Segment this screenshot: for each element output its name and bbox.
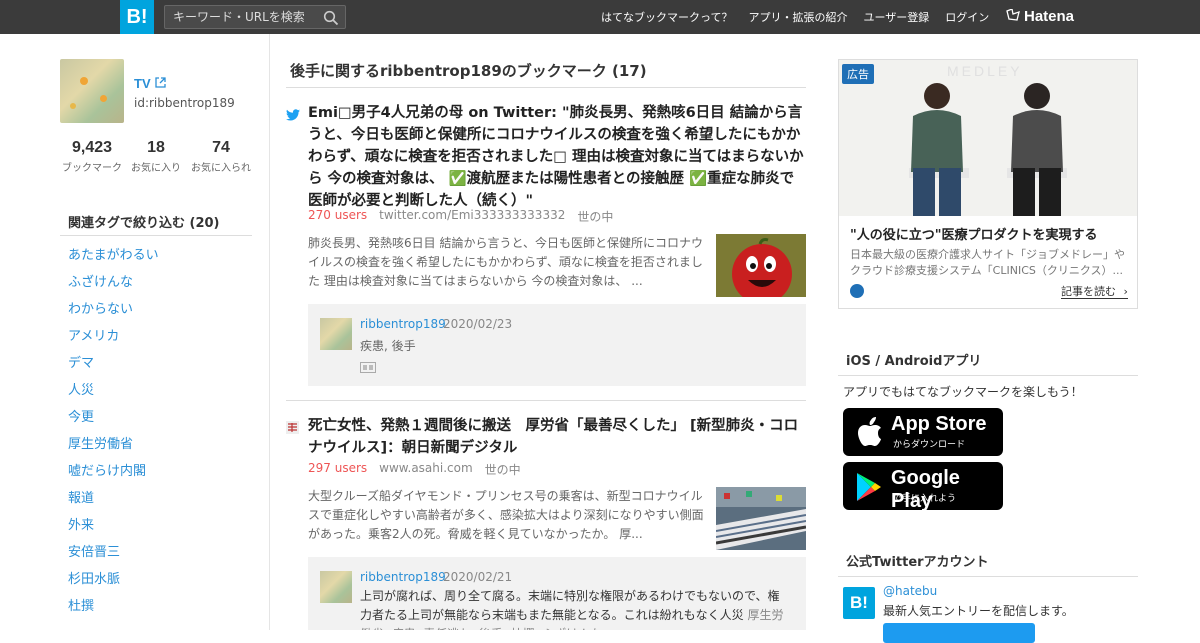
- entry-thumbnail[interactable]: [716, 487, 806, 550]
- ad-card[interactable]: MEDLEY 広告 "人の役に立つ"医療プロダクトを実現する 日本最大級の医療介…: [838, 59, 1138, 309]
- search-input[interactable]: [173, 8, 323, 26]
- comment-date[interactable]: 2020/02/23: [443, 317, 512, 331]
- nav-apps[interactable]: アプリ・拡張の紹介: [748, 9, 847, 25]
- tag-item[interactable]: 嘘だらけ内閣: [60, 462, 252, 489]
- user-id: id:ribbentrop189: [134, 96, 235, 110]
- tag-item[interactable]: 外来: [60, 516, 252, 543]
- comment-user[interactable]: ribbentrop189: [360, 317, 446, 331]
- comment-text: 上司が腐れば、周り全て腐る。末端に特別な権限があるわけでもないので、権力者たる上…: [360, 587, 790, 630]
- entry-description: 大型クルーズ船ダイヤモンド・プリンセス号の乗客は、新型コロナウイルスで重症化しや…: [308, 489, 704, 541]
- tag-item[interactable]: 安倍晋三: [60, 543, 252, 570]
- tag-item[interactable]: 杜撰: [60, 597, 252, 624]
- quote-icon[interactable]: [360, 358, 376, 377]
- hatena-icon: [1006, 8, 1020, 25]
- users-count[interactable]: 270 users: [308, 208, 367, 225]
- app-store-button[interactable]: App Store からダウンロード: [843, 408, 1003, 456]
- user-name-link[interactable]: TV: [134, 76, 166, 91]
- bookmark-list: 後手に関するribbentrop189のブックマーク (17) Emi□男子4人…: [286, 34, 806, 630]
- tag-item[interactable]: わからない: [60, 300, 252, 327]
- users-count[interactable]: 297 users: [308, 461, 367, 478]
- hatebu-logo[interactable]: B!: [120, 0, 154, 34]
- entry-title-link[interactable]: Emi□男子4人兄弟の母 on Twitter: "肺炎長男、発熱咳6日目 結論…: [308, 102, 806, 212]
- tag-item[interactable]: 厚生労働省: [60, 435, 252, 462]
- apps-description: アプリでもはてなブックマークを楽しもう！: [843, 385, 1083, 399]
- comment-avatar[interactable]: [320, 571, 352, 603]
- nav-register[interactable]: ユーザー登録: [863, 9, 929, 25]
- twitter-icon: [286, 106, 300, 121]
- external-link-icon: [154, 76, 166, 91]
- nav-about[interactable]: はてなブックマークって？: [601, 9, 732, 25]
- user-comment: ribbentrop189 2020/02/21 上司が腐れば、周り全て腐る。末…: [308, 557, 806, 630]
- app-store-sublabel: からダウンロード: [893, 440, 966, 450]
- app-store-label: App Store: [891, 413, 987, 435]
- tag-item[interactable]: 報道: [60, 489, 252, 516]
- google-play-button[interactable]: Google Play で手に入れよう: [843, 462, 1003, 512]
- entry-category[interactable]: 世の中: [485, 461, 521, 478]
- user-comment: ribbentrop189 2020/02/23 疾患, 後手: [308, 304, 806, 386]
- right-sidebar: MEDLEY 広告 "人の役に立つ"医療プロダクトを実現する 日本最大級の医療介…: [838, 34, 1138, 643]
- twitter-description: 最新人気エントリーを配信します。: [883, 604, 1074, 618]
- entry-category[interactable]: 世の中: [577, 208, 613, 225]
- stat-favorited[interactable]: 74 お気に入られ: [181, 139, 261, 174]
- tag-item[interactable]: アメリカ: [60, 327, 252, 354]
- related-tags-heading: 関連タグで絞り込む (20): [60, 204, 252, 236]
- comment-date[interactable]: 2020/02/21: [443, 570, 512, 584]
- brand-label: Hatena: [1024, 8, 1075, 25]
- apple-icon: [857, 417, 883, 451]
- tag-item[interactable]: ふざけんな: [60, 273, 252, 300]
- entry-domain[interactable]: twitter.com/Emi333333333332: [379, 208, 565, 225]
- entry-divider: [286, 400, 806, 401]
- ad-watermark: MEDLEY: [947, 63, 1023, 79]
- tag-item[interactable]: デマ: [60, 354, 252, 381]
- comment-avatar[interactable]: [320, 318, 352, 350]
- tag-item[interactable]: 人災: [60, 381, 252, 408]
- ad-advertiser-icon: [850, 284, 864, 298]
- page-title: 後手に関するribbentrop189のブックマーク (17): [286, 60, 806, 88]
- chevron-right-icon: ›: [1123, 285, 1128, 298]
- apps-heading: iOS / Androidアプリ: [838, 350, 1138, 376]
- ad-read-more-label: 記事を読む: [1061, 285, 1116, 298]
- tag-item[interactable]: 今更: [60, 408, 252, 435]
- hatebu-twitter-avatar[interactable]: B!: [843, 587, 875, 619]
- asahi-icon: [286, 419, 300, 434]
- top-nav: はてなブックマークって？ アプリ・拡張の紹介 ユーザー登録 ログイン: [601, 0, 989, 34]
- tag-item[interactable]: あたまがわるい: [60, 246, 252, 273]
- bookmark-entry: Emi□男子4人兄弟の母 on Twitter: "肺炎長男、発熱咳6日目 結論…: [286, 102, 806, 386]
- comment-tags: 疾患, 後手: [360, 339, 416, 353]
- top-bar: B! はてなブックマークって？ アプリ・拡張の紹介 ユーザー登録 ログイン Ha…: [0, 0, 1200, 34]
- entry-domain[interactable]: www.asahi.com: [379, 461, 473, 478]
- entry-meta: 297 users www.asahi.com 世の中: [308, 461, 521, 478]
- twitter-handle-link[interactable]: @hatebu: [883, 584, 937, 598]
- comment-body: 上司が腐れば、周り全て腐る。末端に特別な権限があるわけでもないので、権力者たる上…: [360, 589, 780, 622]
- hatena-brand[interactable]: Hatena: [1006, 8, 1074, 25]
- bookmark-entry: 死亡女性、発熱１週間後に搬送 厚労省「最善尽くした」 [新型肺炎・コロナウイルス…: [286, 415, 806, 630]
- avatar[interactable]: [60, 59, 124, 123]
- entry-thumbnail[interactable]: [716, 234, 806, 297]
- tag-item[interactable]: 杉田水脈: [60, 570, 252, 597]
- search-box[interactable]: [164, 5, 346, 29]
- ad-read-more-link[interactable]: 記事を読む ›: [1061, 285, 1128, 299]
- ad-badge: 広告: [842, 64, 874, 84]
- google-play-sublabel: で手に入れよう: [893, 494, 957, 504]
- google-play-label: Google Play: [891, 467, 960, 512]
- search-icon[interactable]: [323, 10, 339, 30]
- profile-sidebar: TV id:ribbentrop189 9,423 ブックマーク 18 お気に入…: [0, 34, 270, 630]
- tag-list: あたまがわるい ふざけんな わからない アメリカ デマ 人災 今更 厚生労働省 …: [60, 246, 252, 624]
- comment-user[interactable]: ribbentrop189: [360, 570, 446, 584]
- user-name: TV: [134, 76, 151, 91]
- entry-title-link[interactable]: 死亡女性、発熱１週間後に搬送 厚労省「最善尽くした」 [新型肺炎・コロナウイルス…: [308, 415, 806, 459]
- ad-title[interactable]: "人の役に立つ"医療プロダクトを実現する: [850, 224, 1098, 243]
- stat-value: 74: [212, 139, 230, 156]
- google-play-icon: [855, 472, 883, 506]
- stat-label: お気に入られ: [191, 163, 251, 174]
- twitter-heading: 公式Twitterアカウント: [838, 551, 1138, 577]
- twitter-follow-button[interactable]: [883, 623, 1035, 643]
- ad-description: 日本最大級の医療介護求人サイト「ジョブメドレー」やクラウド診療支援システム「CL…: [850, 248, 1125, 277]
- nav-login[interactable]: ログイン: [945, 9, 989, 25]
- ad-image[interactable]: MEDLEY 広告: [839, 60, 1137, 216]
- entry-meta: 270 users twitter.com/Emi333333333332 世の…: [308, 208, 613, 225]
- entry-description: 肺炎長男、発熱咳6日目 結論から言うと、今日も医師と保健所にコロナウイルスの検査…: [308, 236, 703, 288]
